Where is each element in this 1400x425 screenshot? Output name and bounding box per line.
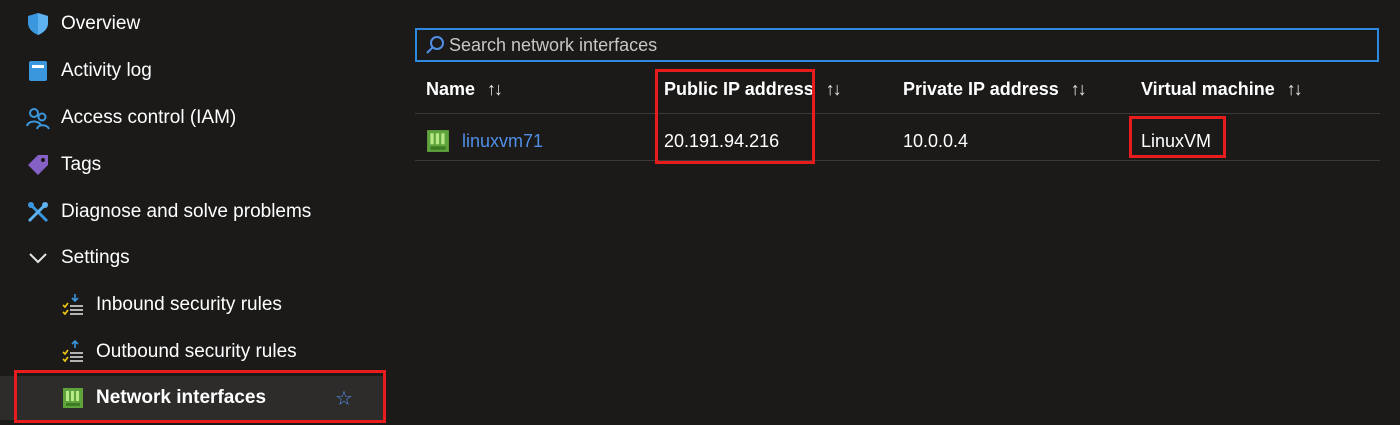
shield-icon — [25, 11, 51, 37]
people-icon — [25, 105, 51, 131]
network-interface-icon — [60, 385, 86, 411]
column-header-label: Private IP address — [903, 78, 1059, 99]
sort-icon[interactable]: ↑↓ — [1287, 79, 1303, 100]
table-divider — [415, 113, 1380, 114]
column-header-label: Public IP address — [664, 78, 814, 99]
sort-icon[interactable]: ↑↓ — [1071, 79, 1087, 100]
search-box[interactable] — [415, 28, 1379, 62]
sidebar-item-label: Overview — [61, 13, 141, 34]
log-book-icon — [25, 58, 51, 84]
sidebar: Overview Activity log Access control (IA… — [0, 0, 395, 425]
sidebar-item-label: Outbound security rules — [96, 341, 297, 362]
search-input[interactable] — [449, 34, 1349, 56]
sidebar-item-inbound-rules[interactable]: Inbound security rules — [60, 283, 282, 327]
column-header-label: Name — [426, 78, 476, 99]
outbound-rules-icon — [60, 339, 86, 365]
public-ip-cell: 20.191.94.216 — [664, 130, 780, 151]
sidebar-item-label: Inbound security rules — [96, 294, 282, 315]
sidebar-item-label: Activity log — [61, 60, 152, 81]
sort-icon[interactable]: ↑↓ — [826, 79, 842, 100]
sidebar-item-settings[interactable]: Settings — [25, 236, 130, 280]
sidebar-item-overview[interactable]: Overview — [25, 2, 140, 46]
chevron-down-icon — [25, 245, 51, 271]
search-icon — [421, 35, 449, 55]
sidebar-item-access-control[interactable]: Access control (IAM) — [25, 96, 236, 140]
sidebar-item-label: Access control (IAM) — [61, 107, 237, 128]
private-ip-cell: 10.0.0.4 — [903, 130, 969, 151]
sidebar-item-network-interfaces[interactable]: Network interfaces ☆ — [0, 376, 385, 420]
table-row-name-cell[interactable]: linuxvm71 — [426, 125, 543, 157]
sidebar-item-activity-log[interactable]: Activity log — [25, 49, 152, 93]
tag-icon — [25, 152, 51, 178]
interface-name-link[interactable]: linuxvm71 — [462, 131, 543, 152]
virtual-machine-cell: LinuxVM — [1141, 130, 1212, 151]
column-header-private-ip[interactable]: Private IP address ↑↓ — [903, 73, 1087, 105]
wrench-icon — [25, 199, 51, 225]
inbound-rules-icon — [60, 292, 86, 318]
column-header-label: Virtual machine — [1141, 78, 1275, 99]
sidebar-item-label: Diagnose and solve problems — [61, 201, 312, 222]
star-favorite-icon[interactable]: ☆ — [335, 376, 353, 420]
column-header-virtual-machine[interactable]: Virtual machine ↑↓ — [1141, 73, 1303, 105]
sidebar-item-label: Network interfaces — [96, 387, 267, 408]
column-header-name[interactable]: Name ↑↓ — [426, 73, 503, 105]
table-row-divider — [415, 160, 1380, 161]
sidebar-item-diagnose[interactable]: Diagnose and solve problems — [25, 190, 311, 234]
sidebar-item-tags[interactable]: Tags — [25, 143, 101, 187]
sort-icon[interactable]: ↑↓ — [487, 79, 503, 100]
sidebar-item-label: Tags — [61, 154, 102, 175]
sidebar-item-outbound-rules[interactable]: Outbound security rules — [60, 330, 297, 374]
network-interface-icon — [426, 129, 450, 153]
sidebar-item-label: Settings — [61, 247, 130, 268]
column-header-public-ip[interactable]: Public IP address ↑↓ — [664, 73, 842, 105]
